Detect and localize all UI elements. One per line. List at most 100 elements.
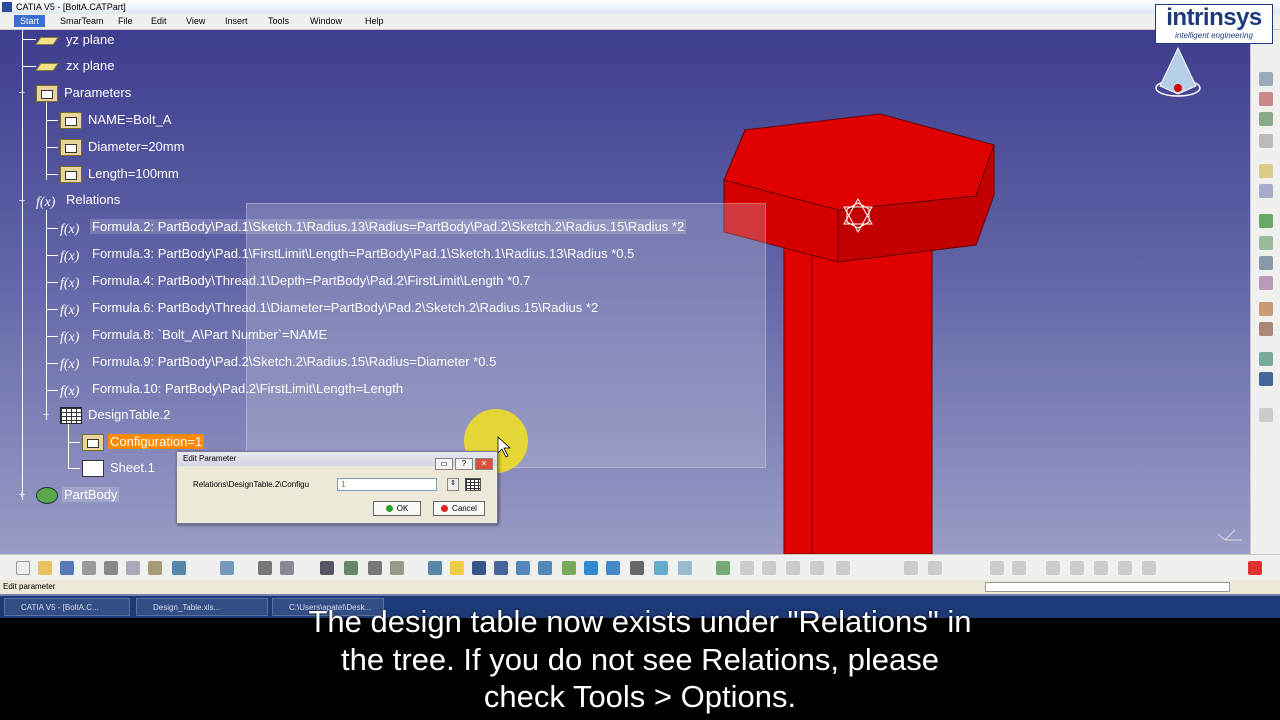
fit-all-icon[interactable] [450,561,464,575]
tool-icon[interactable] [1142,561,1156,575]
tool-icon[interactable] [786,561,800,575]
tree-node-formula[interactable]: f(x) Formula.6: PartBody\Thread.1\Diamete… [60,298,600,318]
tree-node-zx-plane[interactable]: zx plane [35,56,116,76]
tool-icon[interactable] [1012,561,1026,575]
tree-node-formula[interactable]: f(x) Formula.8: `Bolt_A\Part Number`=NAME [60,325,329,345]
new-icon[interactable] [16,561,30,575]
shading-icon[interactable] [630,561,644,575]
parameter-value-input[interactable]: 1 [337,478,437,491]
tool-icon[interactable] [1259,352,1273,366]
tool-icon[interactable] [1259,372,1273,386]
tree-node-parameter-name[interactable]: NAME=Bolt_A [60,110,173,130]
tool-icon[interactable] [1259,164,1273,178]
fly-icon[interactable] [428,561,442,575]
formula-icon: f(x) [60,303,80,319]
whats-this-icon[interactable] [220,561,234,575]
tree-node-parameter-diameter[interactable]: Diameter=20mm [60,137,186,157]
hide-show-icon[interactable] [654,561,668,575]
tool-icon[interactable] [1046,561,1060,575]
tool-icon[interactable] [762,561,776,575]
zoom-out-icon[interactable] [538,561,552,575]
tool-icon[interactable] [1259,408,1273,422]
tool-icon[interactable] [390,561,404,575]
formula-icon: f(x) [60,222,80,238]
tool-icon[interactable] [1259,236,1273,250]
tree-node-formula[interactable]: f(x) Formula.10: PartBody\Pad.2\FirstLimi… [60,379,405,399]
tool-icon[interactable] [1259,322,1273,336]
tool-icon[interactable] [740,561,754,575]
cut-icon[interactable] [104,561,118,575]
design-table-tool-icon[interactable] [320,561,334,575]
expand-partbody-toggle[interactable]: + [17,490,27,501]
open-icon[interactable] [38,561,52,575]
save-icon[interactable] [60,561,74,575]
tool-icon[interactable] [1259,302,1273,316]
cancel-button[interactable]: Cancel [433,501,485,516]
tool-icon[interactable] [904,561,918,575]
tool-icon[interactable] [836,561,850,575]
comment-icon[interactable] [280,561,294,575]
tree-node-label: Formula.9: PartBody\Pad.2\Sketch.2\Radiu… [92,354,497,369]
tool-icon[interactable] [1259,214,1273,228]
copy-icon[interactable] [126,561,140,575]
design-table-button-icon[interactable] [465,478,481,491]
tool-icon[interactable] [1094,561,1108,575]
tool-icon[interactable] [1259,184,1273,198]
tool-icon[interactable] [1259,112,1273,126]
tool-icon[interactable] [810,561,824,575]
tree-node-parameters[interactable]: Parameters [36,83,133,103]
tree-node-formula[interactable]: f(x) Formula.9: PartBody\Pad.2\Sketch.2\R… [60,352,498,372]
swap-space-icon[interactable] [678,561,692,575]
select-tool-icon[interactable] [1259,72,1273,86]
tool-icon[interactable] [928,561,942,575]
command-input[interactable] [985,582,1230,592]
value-spinner[interactable]: ⇕ [447,478,459,491]
ok-button[interactable]: OK [373,501,421,516]
formula-icon: f(x) [60,384,80,400]
tree-node-label: Formula.4: PartBody\Thread.1\Depth=PartB… [92,273,531,288]
tool-icon[interactable] [1259,256,1273,270]
rotate-icon[interactable] [494,561,508,575]
tree-node-sheet[interactable]: Sheet.1 [82,458,157,478]
tree-node-designtable[interactable]: DesignTable.2 [60,405,172,425]
tree-node-formula[interactable]: f(x) Formula.4: PartBody\Thread.1\Depth=P… [60,271,532,291]
iso-view-icon[interactable] [606,561,620,575]
multi-view-icon[interactable] [584,561,598,575]
tool-icon[interactable] [1259,92,1273,106]
tool-icon[interactable] [1118,561,1132,575]
tree-node-partbody[interactable]: PartBody [36,485,120,505]
tree-node-relations[interactable]: f(x) Relations [36,190,122,210]
right-toolbar [1250,30,1280,554]
zoom-in-icon[interactable] [516,561,530,575]
collapse-parameters-toggle[interactable]: − [17,88,27,99]
design-table-icon [60,407,82,425]
collapse-relations-toggle[interactable]: − [17,196,27,207]
tree-node-formula[interactable]: f(x) Formula.3: PartBody\Pad.1\FirstLimit… [60,244,636,264]
tree-node-parameter-length[interactable]: Length=100mm [60,164,181,184]
minimize-button[interactable]: ▭ [435,458,453,470]
formula-tool-icon[interactable] [258,561,272,575]
tree-node-yz-plane[interactable]: yz plane [35,30,116,50]
tool-icon[interactable] [368,561,382,575]
tool-icon[interactable] [716,561,730,575]
tool-icon[interactable] [1259,134,1273,148]
plane-icon [35,62,59,71]
parameter-icon [82,434,104,452]
print-icon[interactable] [82,561,96,575]
tool-icon[interactable] [344,561,358,575]
undo-icon[interactable] [172,561,186,575]
collapse-designtable-toggle[interactable]: − [41,410,51,421]
help-button[interactable]: ? [455,458,473,470]
logo-tagline: intelligent engineering [1175,31,1253,40]
close-button[interactable]: ✕ [475,458,493,470]
tree-node-configuration[interactable]: Configuration=1 [82,432,205,452]
cancel-label: Cancel [452,504,477,513]
tool-icon[interactable] [990,561,1004,575]
tool-icon[interactable] [1259,276,1273,290]
tool-icon[interactable] [1070,561,1084,575]
pan-icon[interactable] [472,561,486,575]
parameters-icon [36,85,58,103]
paste-icon[interactable] [148,561,162,575]
normal-view-icon[interactable] [562,561,576,575]
tree-node-formula[interactable]: f(x) Formula.2: PartBody\Pad.1\Sketch.1\R… [60,217,687,238]
